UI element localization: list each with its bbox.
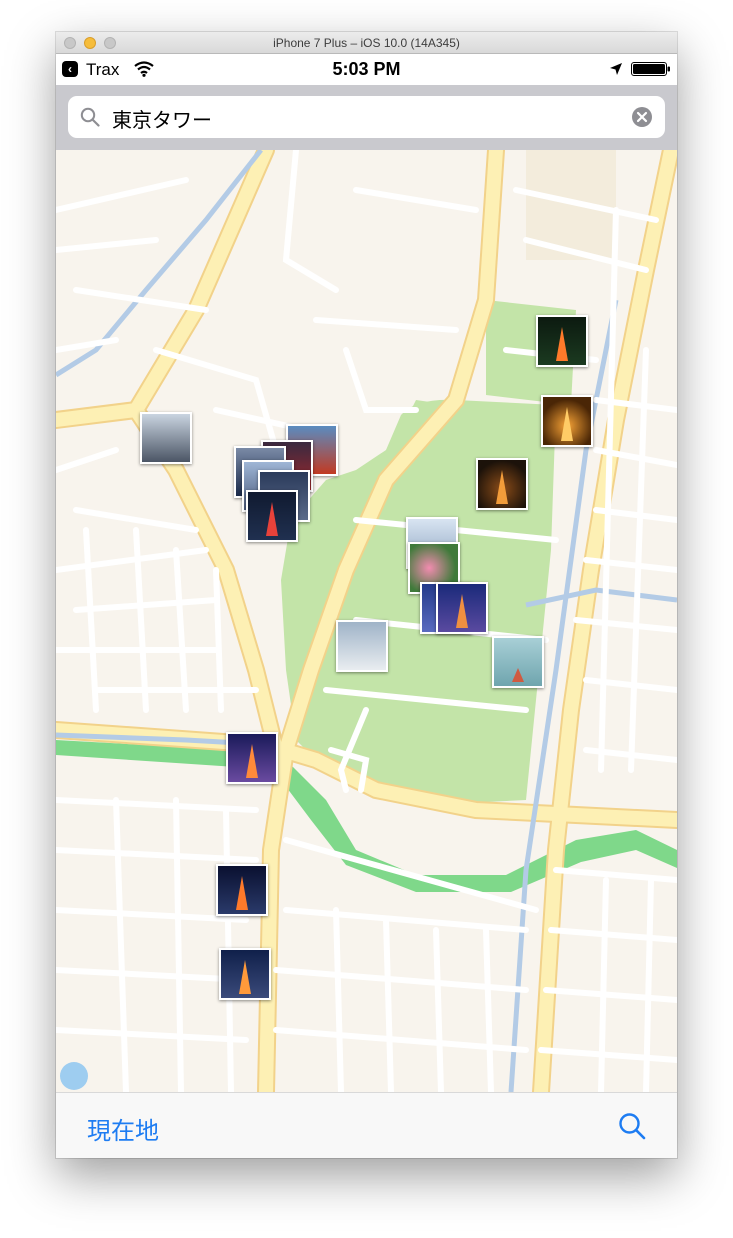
photo-pin[interactable]	[476, 458, 528, 510]
search-bar: 東京タワー	[56, 85, 677, 150]
status-time: 5:03 PM	[332, 59, 401, 79]
photo-pin[interactable]	[226, 732, 278, 784]
search-icon	[80, 107, 100, 127]
search-query[interactable]: 東京タワー	[112, 104, 212, 133]
simulator-window: iPhone 7 Plus – iOS 10.0 (14A345) ‹ Trax…	[56, 32, 677, 1158]
photo-pin[interactable]	[541, 395, 593, 447]
map-view[interactable]	[56, 150, 677, 1092]
photo-pin[interactable]	[219, 948, 271, 1000]
window-title: iPhone 7 Plus – iOS 10.0 (14A345)	[273, 36, 460, 50]
photo-pin[interactable]	[336, 620, 388, 672]
search-field[interactable]: 東京タワー	[68, 96, 665, 138]
window-titlebar: iPhone 7 Plus – iOS 10.0 (14A345)	[56, 32, 677, 54]
battery-icon	[631, 62, 670, 76]
location-arrow-icon	[610, 63, 622, 75]
search-icon[interactable]	[618, 1112, 646, 1140]
photo-pin[interactable]	[216, 864, 268, 916]
photo-pin[interactable]	[492, 636, 544, 688]
status-bar: ‹ Trax 5:03 PM	[56, 54, 677, 85]
photo-pin[interactable]	[140, 412, 192, 464]
photo-pin[interactable]	[436, 582, 488, 634]
bottom-toolbar: 現在地	[56, 1092, 677, 1158]
current-location-button[interactable]: 現在地	[87, 1111, 159, 1146]
photo-pin[interactable]	[246, 490, 298, 542]
clear-icon[interactable]	[632, 107, 652, 127]
photo-pin[interactable]	[536, 315, 588, 367]
